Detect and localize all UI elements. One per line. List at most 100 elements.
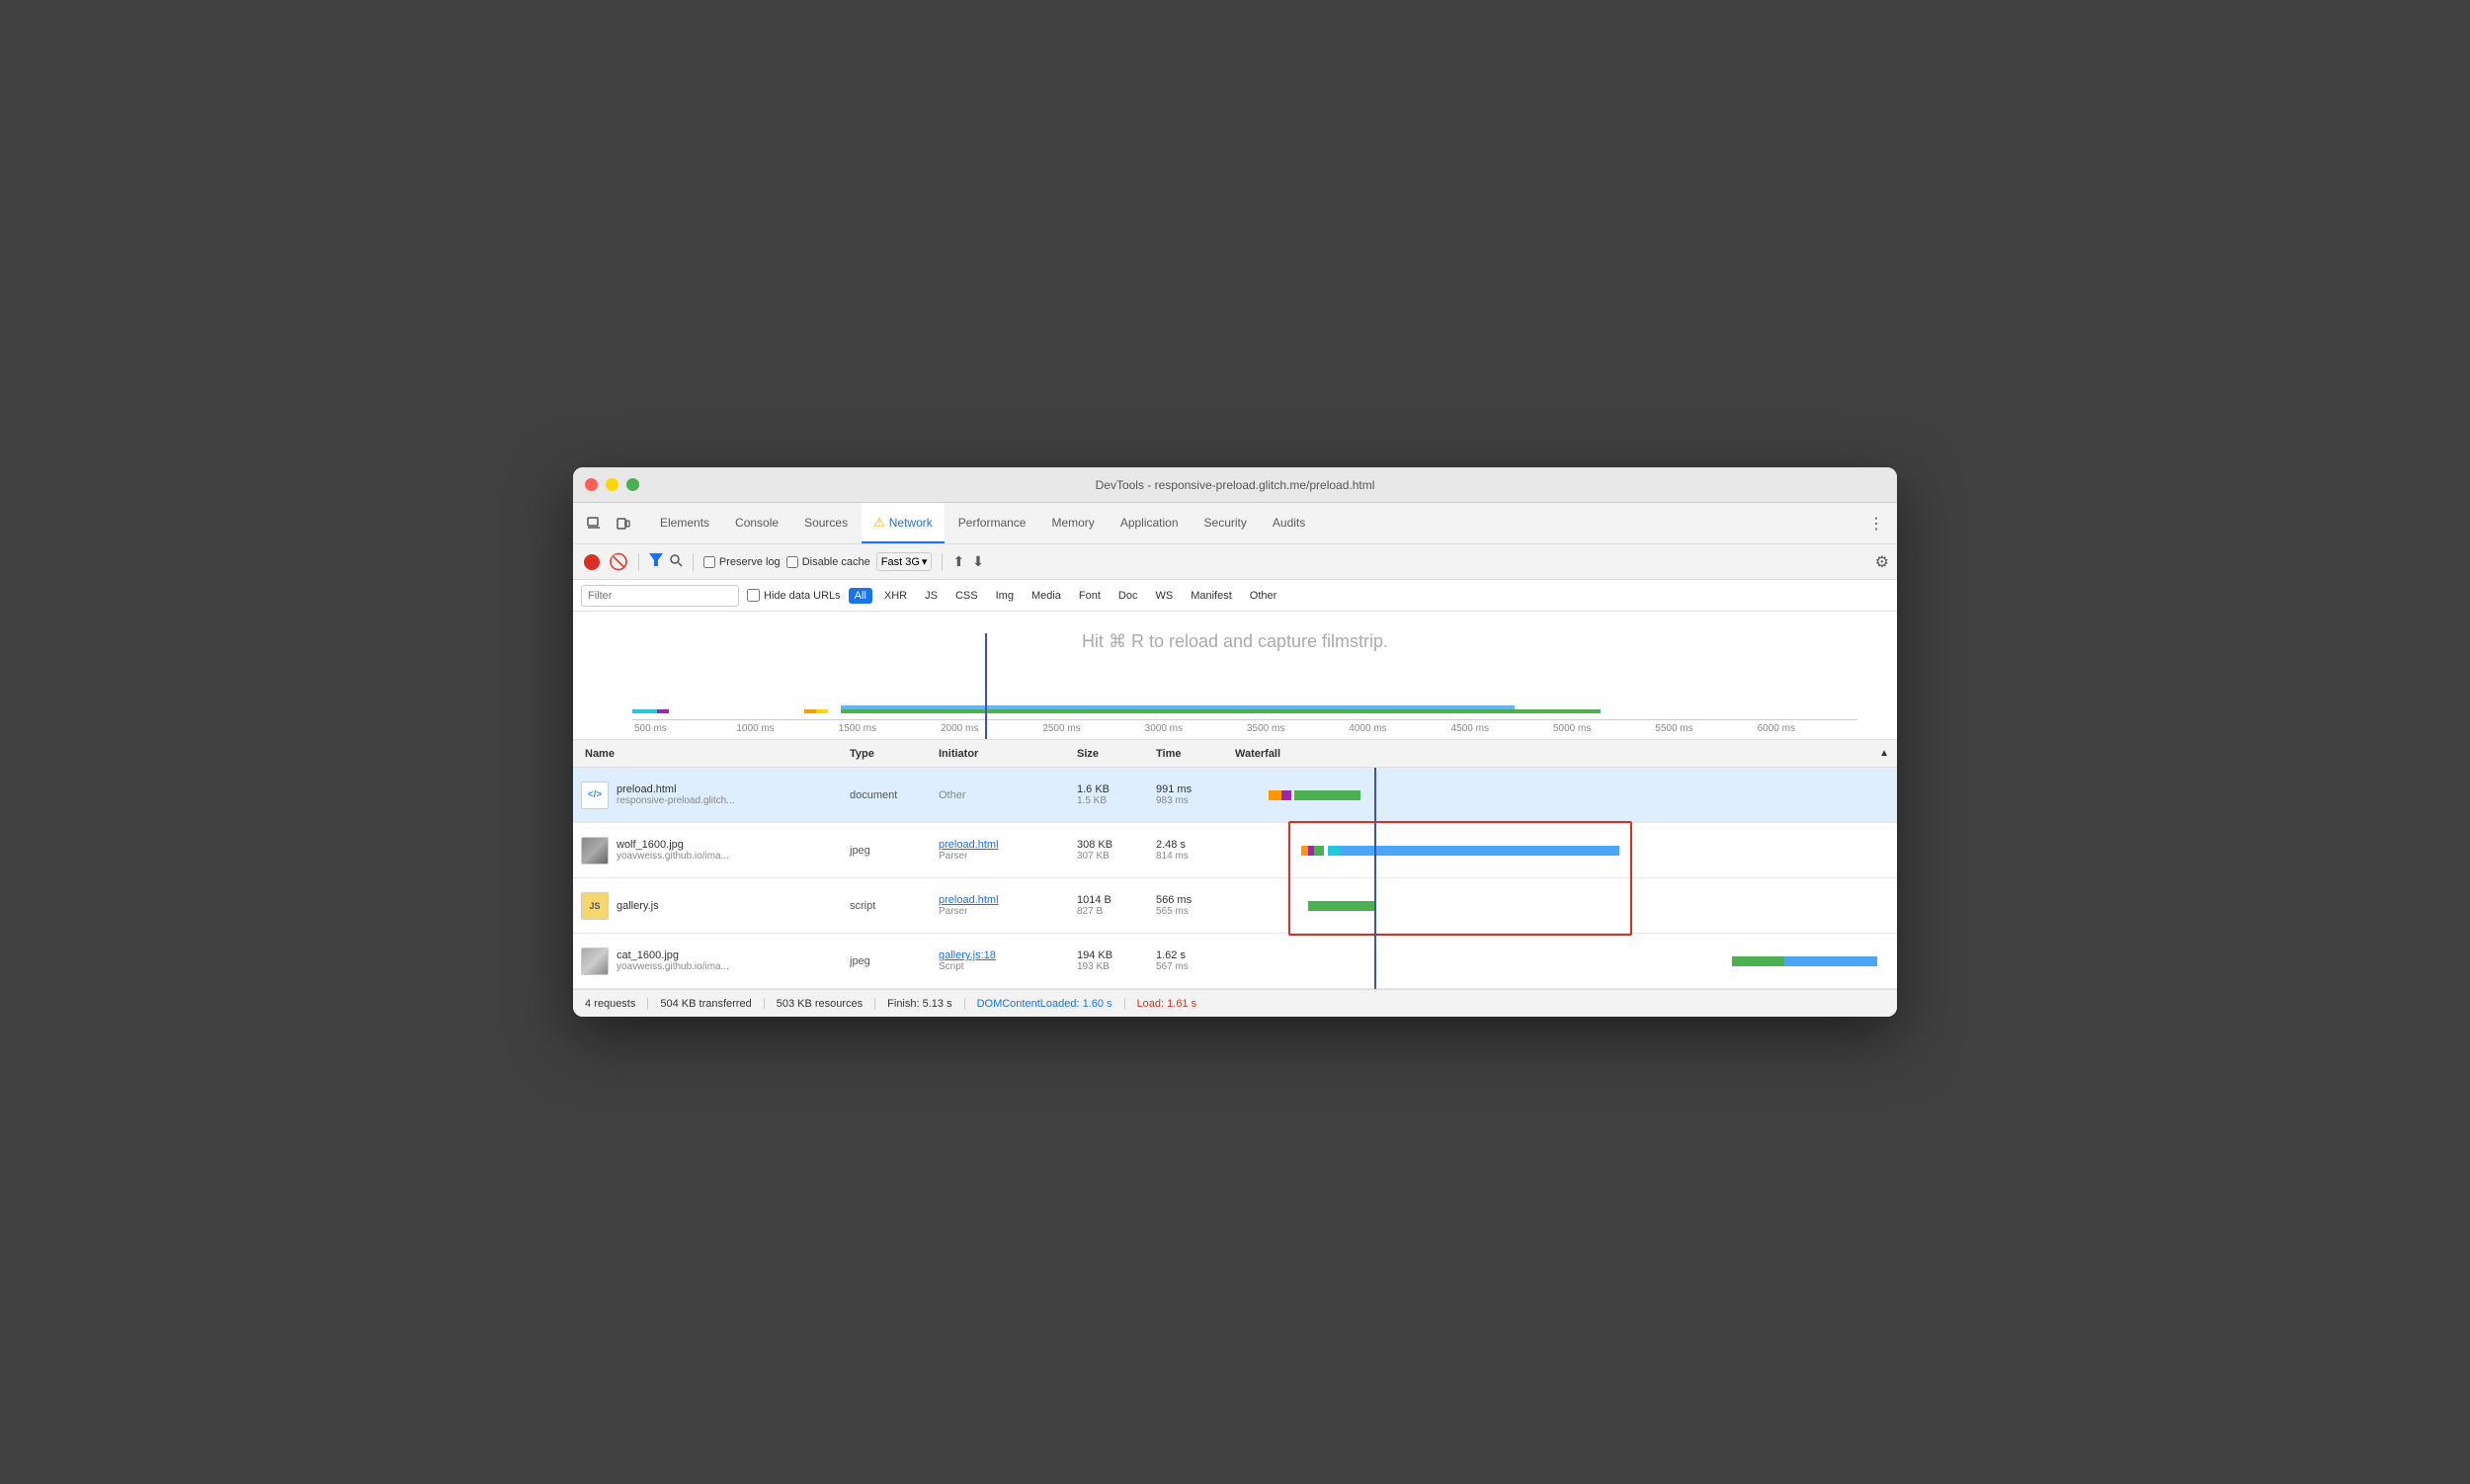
row-time: 2.48 s 814 ms	[1156, 823, 1235, 877]
tab-network[interactable]: ⚠ Network	[862, 503, 945, 543]
minimize-button[interactable]	[606, 478, 618, 491]
wf-bar-blue2	[1341, 846, 1618, 856]
row-initiator: preload.html Parser	[939, 823, 1077, 877]
tab-memory[interactable]: Memory	[1039, 503, 1106, 543]
status-finish: Finish: 5.13 s	[875, 998, 964, 1010]
timeline-vertical-line	[985, 633, 987, 739]
traffic-lights	[585, 478, 639, 491]
record-button[interactable]	[581, 551, 603, 573]
wf-bar-blue4	[1784, 956, 1877, 966]
row-name-info: preload.html responsive-preload.glitch..…	[617, 783, 735, 806]
search-icon[interactable]	[669, 553, 683, 570]
col-header-size: Size	[1077, 748, 1156, 760]
warning-icon: ⚠	[873, 515, 885, 531]
disable-cache-checkbox[interactable]: Disable cache	[786, 556, 870, 568]
throttle-select[interactable]: Fast 3G ▾	[876, 552, 933, 571]
tab-security[interactable]: Security	[1193, 503, 1259, 543]
initiator-sub: Script	[939, 961, 1077, 972]
tab-console[interactable]: Console	[723, 503, 790, 543]
filter-tag-font[interactable]: Font	[1073, 588, 1107, 604]
waterfall-bars	[1235, 953, 1897, 969]
filter-icon[interactable]	[649, 553, 663, 570]
tabs-bar: Elements Console Sources ⚠ Network Perfo…	[573, 503, 1897, 544]
toolbar-divider2	[693, 553, 694, 571]
more-tabs-button[interactable]: ⋮	[1863, 511, 1889, 536]
tab-audits[interactable]: Audits	[1261, 503, 1317, 543]
col-header-time: Time	[1156, 748, 1235, 760]
time-mark-2000: 2000 ms	[939, 720, 1040, 734]
device-toolbar-icon[interactable]	[611, 511, 636, 536]
initiator-link[interactable]: gallery.js:18	[939, 949, 1077, 961]
tl-bar-teal	[632, 709, 657, 713]
download-icon[interactable]: ⬇	[972, 553, 984, 570]
tab-sources[interactable]: Sources	[792, 503, 860, 543]
time-mark-4500: 4500 ms	[1449, 720, 1551, 734]
tab-application[interactable]: Application	[1109, 503, 1191, 543]
wf-bar-green3	[1308, 901, 1374, 911]
col-header-waterfall: Waterfall ▲	[1235, 748, 1897, 760]
status-resources: 503 KB resources	[765, 998, 875, 1010]
time-mark-6000: 6000 ms	[1756, 720, 1857, 734]
wf-bar-green4	[1732, 956, 1785, 966]
close-button[interactable]	[585, 478, 598, 491]
filter-tag-doc[interactable]: Doc	[1112, 588, 1144, 604]
settings-button[interactable]: ⚙	[1875, 552, 1889, 572]
row-vline2	[1374, 819, 1376, 881]
time-mark-4000: 4000 ms	[1347, 720, 1448, 734]
tl-bar-green	[841, 709, 1601, 713]
row-vline3	[1374, 874, 1376, 937]
row-filename: wolf_1600.jpg	[617, 839, 729, 851]
row-filename: preload.html	[617, 783, 735, 795]
filter-tag-css[interactable]: CSS	[949, 588, 984, 604]
hide-data-urls-checkbox[interactable]: Hide data URLs	[747, 589, 841, 602]
filter-input[interactable]	[581, 585, 739, 607]
table-row[interactable]: JS gallery.js script preload.html Parser…	[573, 878, 1897, 934]
tab-elements[interactable]: Elements	[648, 503, 721, 543]
table-row[interactable]: </> preload.html responsive-preload.glit…	[573, 768, 1897, 823]
row-filename: cat_1600.jpg	[617, 949, 729, 961]
row-size: 1.6 KB 1.5 KB	[1077, 768, 1156, 822]
waterfall-bars	[1235, 843, 1897, 859]
maximize-button[interactable]	[626, 478, 639, 491]
row-name-cell: wolf_1600.jpg yoavweiss.github.io/ima...	[573, 823, 850, 877]
filter-tag-all[interactable]: All	[849, 588, 872, 604]
row-type: script	[850, 878, 939, 933]
tab-performance[interactable]: Performance	[947, 503, 1038, 543]
row-url: responsive-preload.glitch...	[617, 795, 735, 806]
titlebar: DevTools - responsive-preload.glitch.me/…	[573, 467, 1897, 503]
table-body: </> preload.html responsive-preload.glit…	[573, 768, 1897, 989]
waterfall-sort-icon[interactable]: ▲	[1879, 748, 1889, 759]
time-mark-500: 500 ms	[632, 720, 734, 734]
row-type: jpeg	[850, 823, 939, 877]
inspect-icon[interactable]	[581, 511, 607, 536]
row-name-info: wolf_1600.jpg yoavweiss.github.io/ima...	[617, 839, 729, 862]
time-ruler-inner: 500 ms 1000 ms 1500 ms 2000 ms 2500 ms 3…	[632, 719, 1857, 734]
initiator-link[interactable]: preload.html	[939, 839, 1077, 851]
status-load: Load: 1.61 s	[1125, 998, 1209, 1010]
time-mark-3500: 3500 ms	[1245, 720, 1347, 734]
upload-icon[interactable]: ⬆	[952, 553, 964, 570]
filter-tag-js[interactable]: JS	[919, 588, 944, 604]
time-mark-1500: 1500 ms	[837, 720, 939, 734]
waterfall-bars	[1235, 787, 1897, 803]
filter-tag-ws[interactable]: WS	[1149, 588, 1179, 604]
file-icon-img2	[581, 948, 609, 975]
table-row[interactable]: cat_1600.jpg yoavweiss.github.io/ima... …	[573, 934, 1897, 989]
filter-tag-img[interactable]: Img	[990, 588, 1020, 604]
devtools-window: DevTools - responsive-preload.glitch.me/…	[573, 467, 1897, 1017]
preserve-log-checkbox[interactable]: Preserve log	[703, 556, 781, 568]
file-icon-doc: </>	[581, 782, 609, 809]
row-name-cell: </> preload.html responsive-preload.glit…	[573, 768, 850, 822]
row-url: yoavweiss.github.io/ima...	[617, 851, 729, 862]
wf-bar-purple	[1281, 790, 1291, 800]
chevron-down-icon: ▾	[922, 555, 928, 568]
clear-button[interactable]: 🚫	[609, 552, 628, 572]
initiator-link[interactable]: preload.html	[939, 894, 1077, 906]
time-mark-1000: 1000 ms	[734, 720, 836, 734]
timeline-area: Hit ⌘ R to reload and capture filmstrip.…	[573, 612, 1897, 740]
filter-tag-xhr[interactable]: XHR	[878, 588, 913, 604]
table-row[interactable]: wolf_1600.jpg yoavweiss.github.io/ima...…	[573, 823, 1897, 878]
filter-tag-other[interactable]: Other	[1244, 588, 1283, 604]
filter-tag-manifest[interactable]: Manifest	[1185, 588, 1238, 604]
filter-tag-media[interactable]: Media	[1026, 588, 1067, 604]
